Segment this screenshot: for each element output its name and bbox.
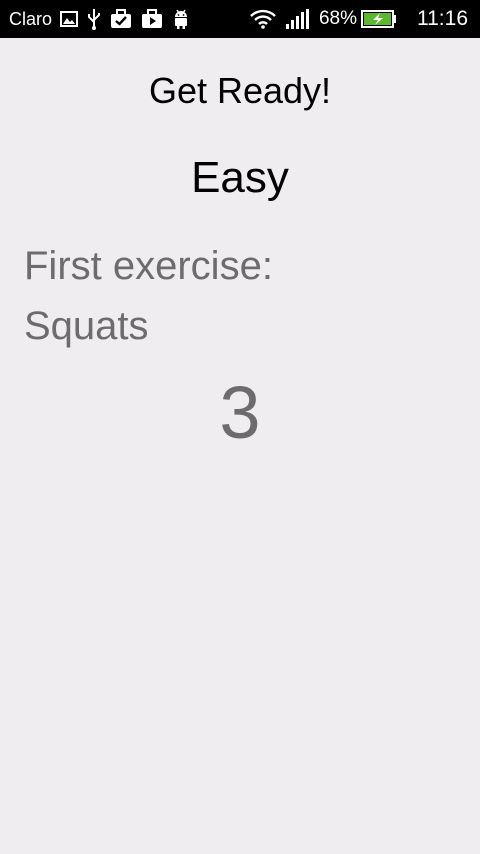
- exercise-name: Squats: [24, 304, 149, 348]
- usb-icon: [87, 8, 101, 30]
- wifi-icon: [249, 9, 277, 29]
- status-clock: 11:16: [417, 7, 468, 30]
- page-title: Get Ready!: [148, 70, 332, 111]
- briefcase-check-icon: [110, 9, 132, 29]
- carrier-name: Claro: [9, 8, 53, 29]
- battery-charging-icon: [361, 10, 397, 28]
- difficulty-level: Easy: [191, 153, 289, 202]
- image-icon: [60, 11, 79, 27]
- signal-icon: [285, 8, 311, 30]
- get-ready-screen: Get Ready! Easy First exercise: Squats 3: [0, 38, 480, 854]
- play-store-icon: [141, 9, 163, 29]
- battery-percentage: 68%: [318, 8, 357, 29]
- android-icon: [172, 8, 190, 30]
- status-bar: Claro 68% 11:16: [0, 0, 480, 38]
- countdown-timer: 3: [219, 371, 261, 454]
- status-bar-right: 68% 11:16: [249, 7, 468, 31]
- status-bar-left: Claro: [9, 8, 199, 30]
- first-exercise-label: First exercise:: [24, 244, 273, 288]
